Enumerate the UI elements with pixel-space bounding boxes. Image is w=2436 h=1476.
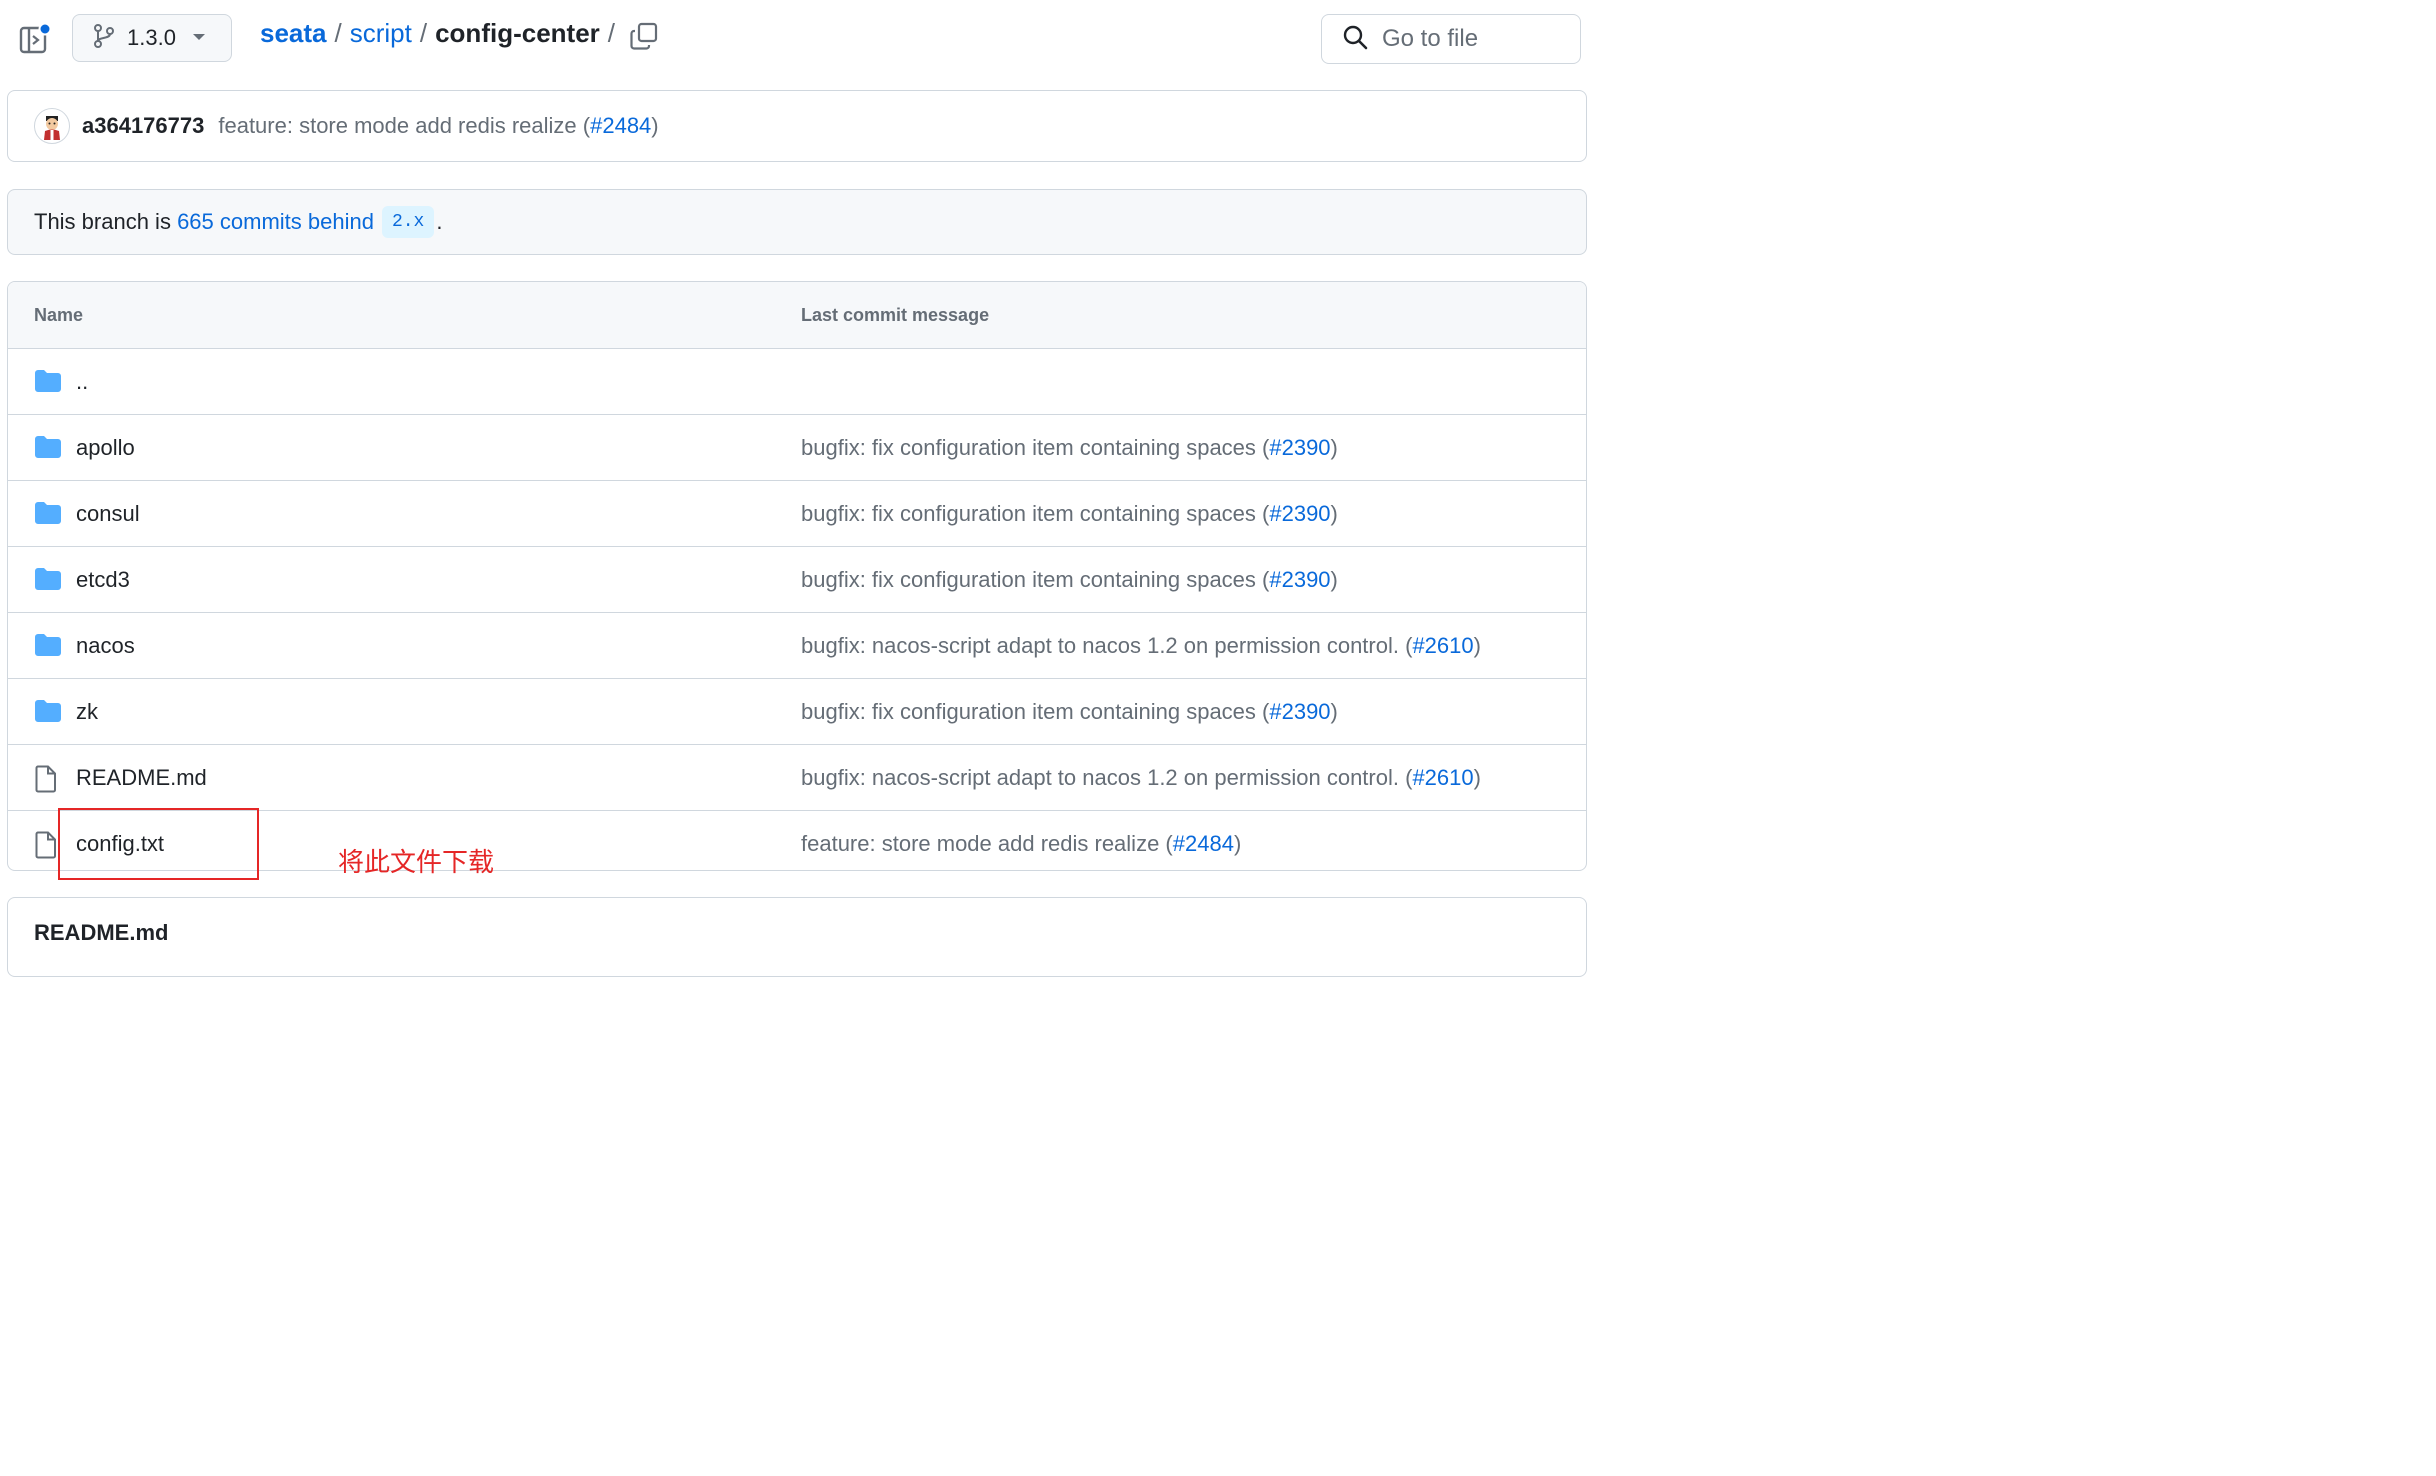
branch-status-prefix: This branch is bbox=[34, 209, 178, 234]
commit-message-link[interactable]: bugfix: nacos-script adapt to nacos 1.2 … bbox=[801, 765, 1481, 791]
commit-message-text: bugfix: fix configuration item containin… bbox=[801, 566, 1270, 592]
search-icon bbox=[1342, 24, 1368, 55]
commit-message-text: bugfix: nacos-script adapt to nacos 1.2 … bbox=[801, 764, 1413, 790]
chevron-down-icon bbox=[192, 29, 206, 47]
folder-icon bbox=[34, 699, 62, 725]
commit-message-link[interactable]: bugfix: fix configuration item containin… bbox=[801, 699, 1338, 725]
pr-link[interactable]: #2390 bbox=[1269, 567, 1330, 592]
pr-link[interactable]: #2610 bbox=[1412, 765, 1473, 790]
table-row[interactable]: etcd3 bugfix: fix configuration item cont… bbox=[8, 547, 1586, 613]
commit-author[interactable]: a364176773 bbox=[82, 113, 204, 139]
readme-title: README.md bbox=[34, 920, 169, 945]
table-row[interactable]: zk bugfix: fix configuration item contain… bbox=[8, 679, 1586, 745]
table-header: Name Last commit message bbox=[8, 282, 1586, 349]
copy-path-icon[interactable] bbox=[628, 20, 660, 52]
search-placeholder: Go to file bbox=[1382, 25, 1479, 52]
commit-message-text: feature: store mode add redis realize ( bbox=[218, 113, 591, 138]
pr-link[interactable]: #2484 bbox=[1173, 831, 1234, 856]
commit-message-text: bugfix: fix configuration item containin… bbox=[801, 434, 1270, 460]
folder-icon bbox=[34, 501, 62, 527]
commit-message-text: feature: store mode add redis realize ( bbox=[801, 830, 1173, 856]
file-table: Name Last commit message .. apollo bugfix:… bbox=[7, 281, 1587, 871]
table-body: .. apollo bugfix: fix configuration item c… bbox=[8, 349, 1586, 870]
annotation-text: 将此文件下载 bbox=[338, 848, 495, 878]
folder-icon bbox=[34, 435, 62, 461]
commit-message-link[interactable]: feature: store mode add redis realize (#… bbox=[801, 831, 1241, 857]
avatar[interactable] bbox=[34, 108, 70, 144]
commit-message-text: bugfix: fix configuration item containin… bbox=[801, 500, 1270, 526]
latest-commit-bar: a364176773 feature: store mode add redis… bbox=[7, 90, 1587, 162]
pr-link[interactable]: #2390 bbox=[1269, 501, 1330, 526]
commits-behind-link[interactable]: 665 commits behind bbox=[177, 209, 374, 235]
file-name-link[interactable]: zk bbox=[76, 699, 98, 725]
commit-message-text: bugfix: fix configuration item containin… bbox=[801, 698, 1270, 724]
file-name-link[interactable]: etcd3 bbox=[76, 567, 130, 593]
table-row[interactable]: .. bbox=[8, 349, 1586, 415]
table-row[interactable]: nacos bugfix: nacos-script adapt to nacos… bbox=[8, 613, 1586, 679]
file-name-link[interactable]: .. bbox=[76, 369, 88, 395]
commit-message[interactable]: feature: store mode add redis realize (#… bbox=[218, 113, 658, 139]
commit-message-link[interactable]: bugfix: fix configuration item containin… bbox=[801, 567, 1338, 593]
file-name-link[interactable]: consul bbox=[76, 501, 140, 527]
folder-icon bbox=[34, 633, 62, 659]
branch-name: 1.3.0 bbox=[127, 25, 176, 50]
commit-message-link[interactable]: bugfix: nacos-script adapt to nacos 1.2 … bbox=[801, 633, 1481, 659]
commit-message-text: bugfix: nacos-script adapt to nacos 1.2 … bbox=[801, 632, 1413, 658]
go-to-file-input[interactable]: Go to file bbox=[1321, 14, 1581, 64]
branch-status-suffix: . bbox=[436, 209, 443, 234]
commit-message-link[interactable]: bugfix: fix configuration item containin… bbox=[801, 435, 1338, 461]
sidebar-toggle-icon[interactable] bbox=[18, 22, 52, 56]
commit-message-link[interactable]: bugfix: fix configuration item containin… bbox=[801, 501, 1338, 527]
commit-pr-link[interactable]: #2484 bbox=[590, 113, 651, 138]
commit-message-close: ) bbox=[651, 113, 659, 138]
breadcrumb-separator: / bbox=[419, 18, 428, 48]
table-row[interactable]: apollo bugfix: fix configuration item con… bbox=[8, 415, 1586, 481]
branch-status-bar: This branch is 665 commits behind 2.x . bbox=[7, 189, 1587, 255]
table-row[interactable]: README.md bugfix: nacos-script adapt to n… bbox=[8, 745, 1586, 811]
breadcrumb-separator: / bbox=[607, 18, 616, 48]
folder-icon bbox=[34, 369, 62, 395]
breadcrumb-repo-link[interactable]: seata bbox=[260, 18, 327, 49]
column-header-name: Name bbox=[34, 304, 84, 325]
breadcrumb-separator: / bbox=[334, 18, 342, 48]
breadcrumb: seata / script / config-center / bbox=[260, 18, 623, 49]
pr-link[interactable]: #2610 bbox=[1412, 633, 1473, 658]
table-row[interactable]: consul bugfix: fix configuration item con… bbox=[8, 481, 1586, 547]
folder-icon bbox=[34, 567, 62, 593]
breadcrumb-current: config-center bbox=[435, 18, 600, 48]
readme-panel: README.md bbox=[7, 897, 1587, 977]
base-branch-badge[interactable]: 2.x bbox=[381, 206, 435, 238]
annotation-highlight-box bbox=[58, 808, 259, 880]
pr-link[interactable]: #2390 bbox=[1269, 699, 1330, 724]
git-branch-icon bbox=[93, 23, 115, 54]
file-name-link[interactable]: README.md bbox=[76, 765, 207, 791]
repo-header: 1.3.0 seata / script / config-center / G… bbox=[0, 0, 1581, 80]
column-header-commit-message: Last commit message bbox=[801, 304, 990, 325]
file-name-link[interactable]: nacos bbox=[76, 633, 135, 659]
file-icon bbox=[34, 765, 62, 793]
branch-selector-button[interactable]: 1.3.0 bbox=[72, 14, 232, 62]
pr-link[interactable]: #2390 bbox=[1269, 435, 1330, 460]
breadcrumb-script-link[interactable]: script bbox=[350, 18, 412, 49]
file-name-link[interactable]: apollo bbox=[76, 435, 135, 461]
